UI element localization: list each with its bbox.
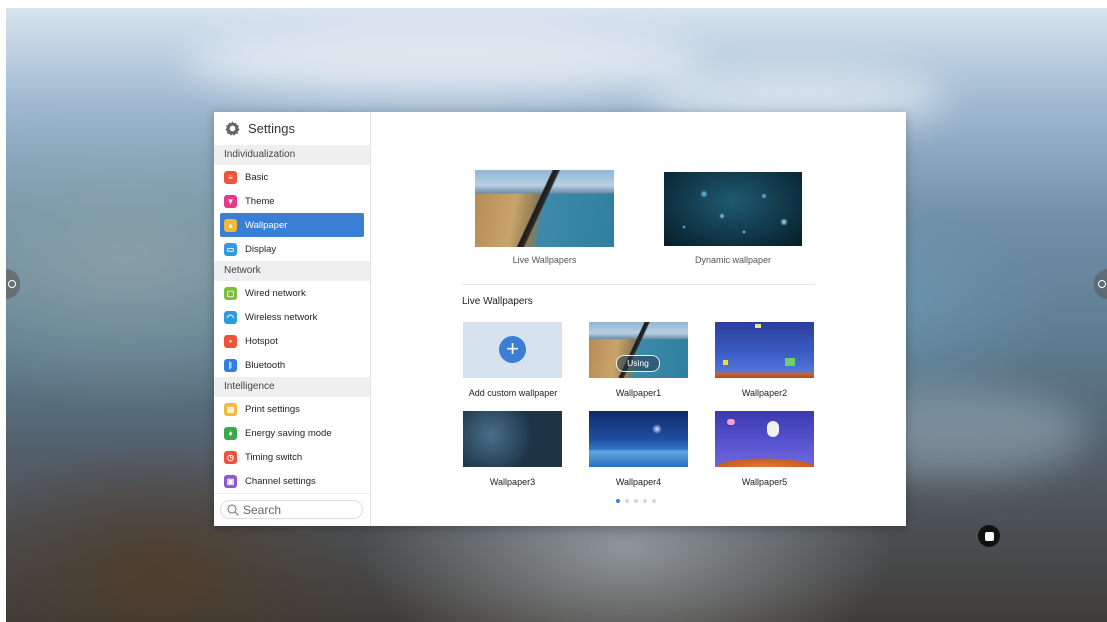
category-dynamic-wallpaper-thumb[interactable] [664, 172, 802, 246]
wallpaper2-thumb[interactable] [715, 322, 814, 378]
category-live-wallpapers-label: Live Wallpapers [512, 255, 577, 265]
sidebar-item-wallpaper[interactable]: ▲ Wallpaper [220, 213, 364, 237]
sidebar-item-label: Wallpaper [245, 219, 288, 231]
page-dot-1[interactable] [616, 499, 620, 503]
sidebar-item-label: Energy saving mode [245, 427, 332, 439]
wallpaper5-thumb[interactable] [715, 411, 814, 467]
sidebar-item-channel-settings[interactable]: ▣ Channel settings [220, 469, 364, 493]
app-title: Settings [248, 121, 295, 136]
search-icon [227, 503, 239, 516]
search-input[interactable] [243, 502, 343, 517]
sidebar-item-label: Wired network [245, 287, 306, 299]
ethernet-icon: ▢ [224, 286, 237, 300]
add-custom-wallpaper-label: Add custom wallpaper [468, 388, 558, 398]
sidebar-item-basic[interactable]: ≡ Basic [220, 165, 364, 189]
sidebar-item-wired-network[interactable]: ▢ Wired network [220, 281, 364, 305]
sidebar-item-label: Bluetooth [245, 359, 286, 371]
gear-icon [225, 121, 240, 136]
sidebar-item-hotspot[interactable]: • Hotspot [220, 329, 364, 353]
channel-icon: ▣ [224, 474, 237, 488]
category-dynamic-wallpaper-label: Dynamic wallpaper [694, 255, 772, 265]
sidebar-divider [214, 493, 370, 494]
sidebar: Settings Individualization ≡ Basic ▼ The… [214, 112, 371, 526]
section-title: Live Wallpapers [462, 296, 533, 307]
sidebar-item-theme[interactable]: ▼ Theme [220, 189, 364, 213]
sidebar-item-label: Channel settings [245, 475, 316, 487]
sidebar-item-timing-switch[interactable]: ◷ Timing switch [220, 445, 364, 469]
sidebar-item-display[interactable]: ▭ Display [220, 237, 364, 261]
printer-icon: ▤ [224, 402, 237, 416]
wallpaper3-label: Wallpaper3 [489, 477, 536, 487]
floating-menu-button[interactable] [978, 525, 1000, 547]
sidebar-item-wireless-network[interactable]: ◠ Wireless network [220, 305, 364, 329]
add-custom-wallpaper-button[interactable]: + [463, 322, 562, 378]
monitor-icon: ▭ [224, 242, 237, 256]
sidebar-item-label: Basic [245, 171, 269, 183]
sidebar-item-bluetooth[interactable]: ᛒ Bluetooth [220, 353, 364, 377]
sidebar-item-label: Display [245, 243, 277, 255]
wallpaper2-label: Wallpaper2 [741, 388, 788, 398]
wallpaper1-label: Wallpaper1 [615, 388, 662, 398]
section-network: Network [214, 261, 370, 281]
wallpaper1-thumb[interactable]: Using [589, 322, 688, 378]
divider [462, 284, 815, 285]
sidebar-item-label: Theme [245, 195, 275, 207]
hotspot-icon: • [224, 334, 237, 348]
leaf-icon: ♦ [224, 426, 237, 440]
sidebar-item-print-settings[interactable]: ▤ Print settings [220, 397, 364, 421]
layers-icon: ≡ [224, 170, 237, 184]
section-intelligence: Intelligence [214, 377, 370, 397]
wallpaper4-label: Wallpaper4 [615, 477, 662, 487]
page-dot-2[interactable] [625, 499, 629, 503]
wallpaper5-label: Wallpaper5 [741, 477, 788, 487]
wallpaper-panel: Live Wallpapers Dynamic wallpaper Live W… [371, 112, 906, 526]
sidebar-header: Settings [214, 112, 370, 145]
sidebar-item-energy-saving-mode[interactable]: ♦ Energy saving mode [220, 421, 364, 445]
bluetooth-icon: ᛒ [224, 358, 237, 372]
image-icon: ▲ [224, 218, 237, 232]
search-box[interactable] [220, 500, 363, 519]
wallpaper4-thumb[interactable] [589, 411, 688, 467]
shirt-icon: ▼ [224, 194, 237, 208]
section-individualization: Individualization [214, 145, 370, 165]
using-badge: Using [616, 355, 660, 372]
sidebar-item-label: Print settings [245, 403, 300, 415]
sidebar-item-label: Wireless network [245, 311, 318, 323]
wifi-icon: ◠ [224, 310, 237, 324]
page-dot-5[interactable] [652, 499, 656, 503]
pagination-dots [616, 499, 656, 503]
settings-window: Settings Individualization ≡ Basic ▼ The… [214, 112, 906, 526]
clock-icon: ◷ [224, 450, 237, 464]
wallpaper3-thumb[interactable] [463, 411, 562, 467]
page-dot-3[interactable] [634, 499, 638, 503]
square-icon [984, 531, 994, 541]
plus-icon: + [499, 336, 526, 363]
category-live-wallpapers-thumb[interactable] [475, 170, 614, 247]
sidebar-item-label: Hotspot [245, 335, 278, 347]
sidebar-item-label: Timing switch [245, 451, 303, 463]
page-dot-4[interactable] [643, 499, 647, 503]
